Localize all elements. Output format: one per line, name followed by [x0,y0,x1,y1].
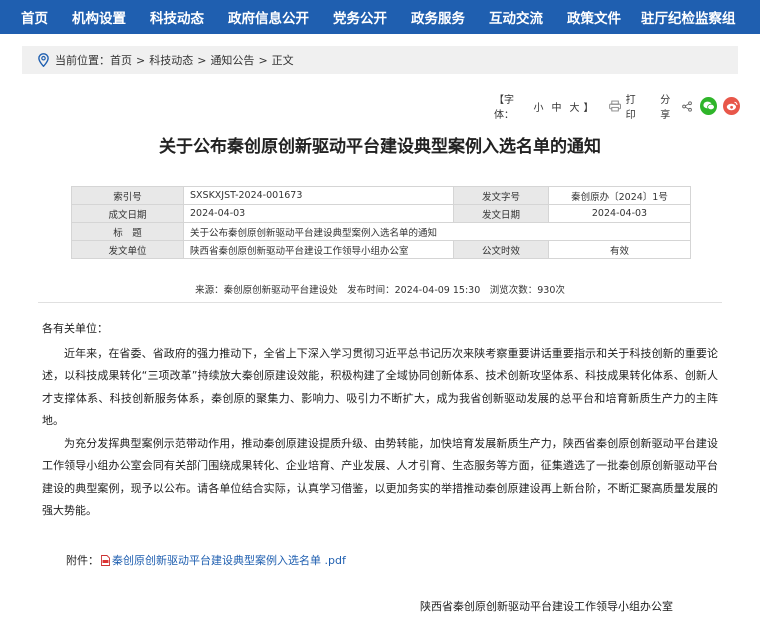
title-value: 关于公布秦创原创新驱动平台建设典型案例入选名单的通知 [183,222,691,241]
body-paragraph: 为充分发挥典型案例示范带动作用，推动秦创原建设提质升级、由势转能，加快培育发展新… [42,436,718,518]
breadcrumb-separator: > [258,53,268,67]
table-row: 发文单位 陕西省秦创原创新驱动平台建设工作领导小组办公室 公文时效 有效 [71,240,691,259]
printer-icon [609,100,622,112]
nav-item-tech-news[interactable]: 科技动态 [150,7,204,27]
print-button[interactable]: 打印 [609,91,644,121]
font-size-large-button[interactable]: 大 [569,99,579,114]
document-number-label: 发文字号 [453,186,549,205]
attachment-link[interactable]: 秦创原创新驱动平台建设典型案例入选名单 .pdf [112,552,346,568]
article-tools: 【字体： 小 中 大 】 打印 分享 [494,95,740,121]
font-size-selector: 【字体： 小 中 大 】 [494,91,595,121]
document-metadata-table: 索引号 SXSKXJST-2024-001673 发文字号 秦创原办〔2024〕… [71,186,691,259]
nav-item-home[interactable]: 首页 [21,7,48,27]
created-date-label: 成文日期 [71,204,184,223]
article-body: 各有关单位： 近年来，在省委、省政府的强力推动下，全省上下深入学习贯彻习近平总书… [42,318,718,523]
article-title: 关于公布秦创原创新驱动平台建设典型案例入选名单的通知 [159,137,601,157]
font-size-medium-button[interactable]: 中 [551,99,561,114]
index-number-label: 索引号 [71,186,184,205]
font-size-bracket: 】 [583,102,594,114]
share-label: 分享 [660,95,671,121]
salutation: 各有关单位： [42,322,108,335]
pdf-file-icon [101,554,110,566]
share-control: 分享 [660,91,692,121]
validity-value: 有效 [548,240,691,259]
share-icon [682,100,692,112]
issued-date-value: 2024-04-03 [548,204,691,223]
nav-item-gov-info[interactable]: 政府信息公开 [228,7,309,27]
document-number-value: 秦创原办〔2024〕1号 [548,186,691,205]
nav-item-gov-services[interactable]: 政务服务 [411,7,465,27]
issuing-unit-value: 陕西省秦创原创新驱动平台建设工作领导小组办公室 [183,240,454,259]
divider [38,302,722,303]
table-row: 标 题 关于公布秦创原创新驱动平台建设典型案例入选名单的通知 [71,222,691,241]
location-pin-icon [38,53,49,67]
attachment-label: 附件： [66,554,99,567]
breadcrumb-current: 正文 [271,54,294,67]
breadcrumb-tech-news-link[interactable]: 科技动态 [149,52,193,68]
index-number-value: SXSKXJST-2024-001673 [183,186,454,205]
print-label: 打印 [625,95,636,121]
main-nav: 首页 机构设置 科技动态 政府信息公开 党务公开 政务服务 互动交流 政策文件 … [0,0,760,34]
breadcrumb-separator: > [197,53,207,67]
breadcrumb-separator: > [136,53,146,67]
weibo-share-button[interactable] [723,97,740,115]
breadcrumb-home-link[interactable]: 首页 [110,52,132,68]
wechat-icon [703,101,715,111]
body-paragraph: 近年来，在省委、省政府的强力推动下，全省上下深入学习贯彻习近平总书记历次来陕考察… [42,346,718,428]
nav-item-interaction[interactable]: 互动交流 [489,7,543,27]
nav-item-organization[interactable]: 机构设置 [72,7,126,27]
font-size-small-button[interactable]: 小 [533,99,543,114]
article-source-info: 来源：秦创原创新驱动平台建设处 发布时间：2024-04-09 15:30 浏览… [195,285,565,296]
font-size-label: 【字体： [494,95,514,121]
issuing-unit-label: 发文单位 [71,240,184,259]
weibo-icon [726,101,738,111]
wechat-share-button[interactable] [700,97,718,115]
issued-date-label: 发文日期 [453,204,549,223]
table-row: 索引号 SXSKXJST-2024-001673 发文字号 秦创原办〔2024〕… [71,186,691,205]
breadcrumb-notices-link[interactable]: 通知公告 [210,52,254,68]
nav-item-party-affairs[interactable]: 党务公开 [333,7,387,27]
nav-item-policy-docs[interactable]: 政策文件 [567,7,621,27]
nav-item-discipline[interactable]: 驻厅纪检监察组 [641,7,736,27]
table-row: 成文日期 2024-04-03 发文日期 2024-04-03 [71,204,691,223]
issuer-signature: 陕西省秦创原创新驱动平台建设工作领导小组办公室 [420,600,673,613]
validity-label: 公文时效 [453,240,549,259]
attachment: 附件： 秦创原创新驱动平台建设典型案例入选名单 .pdf [66,552,346,568]
title-label: 标 题 [71,222,184,241]
breadcrumb-prefix: 当前位置： [55,54,110,67]
breadcrumb: 当前位置： 首页 > 科技动态 > 通知公告 > 正文 [22,46,738,74]
created-date-value: 2024-04-03 [183,204,454,223]
